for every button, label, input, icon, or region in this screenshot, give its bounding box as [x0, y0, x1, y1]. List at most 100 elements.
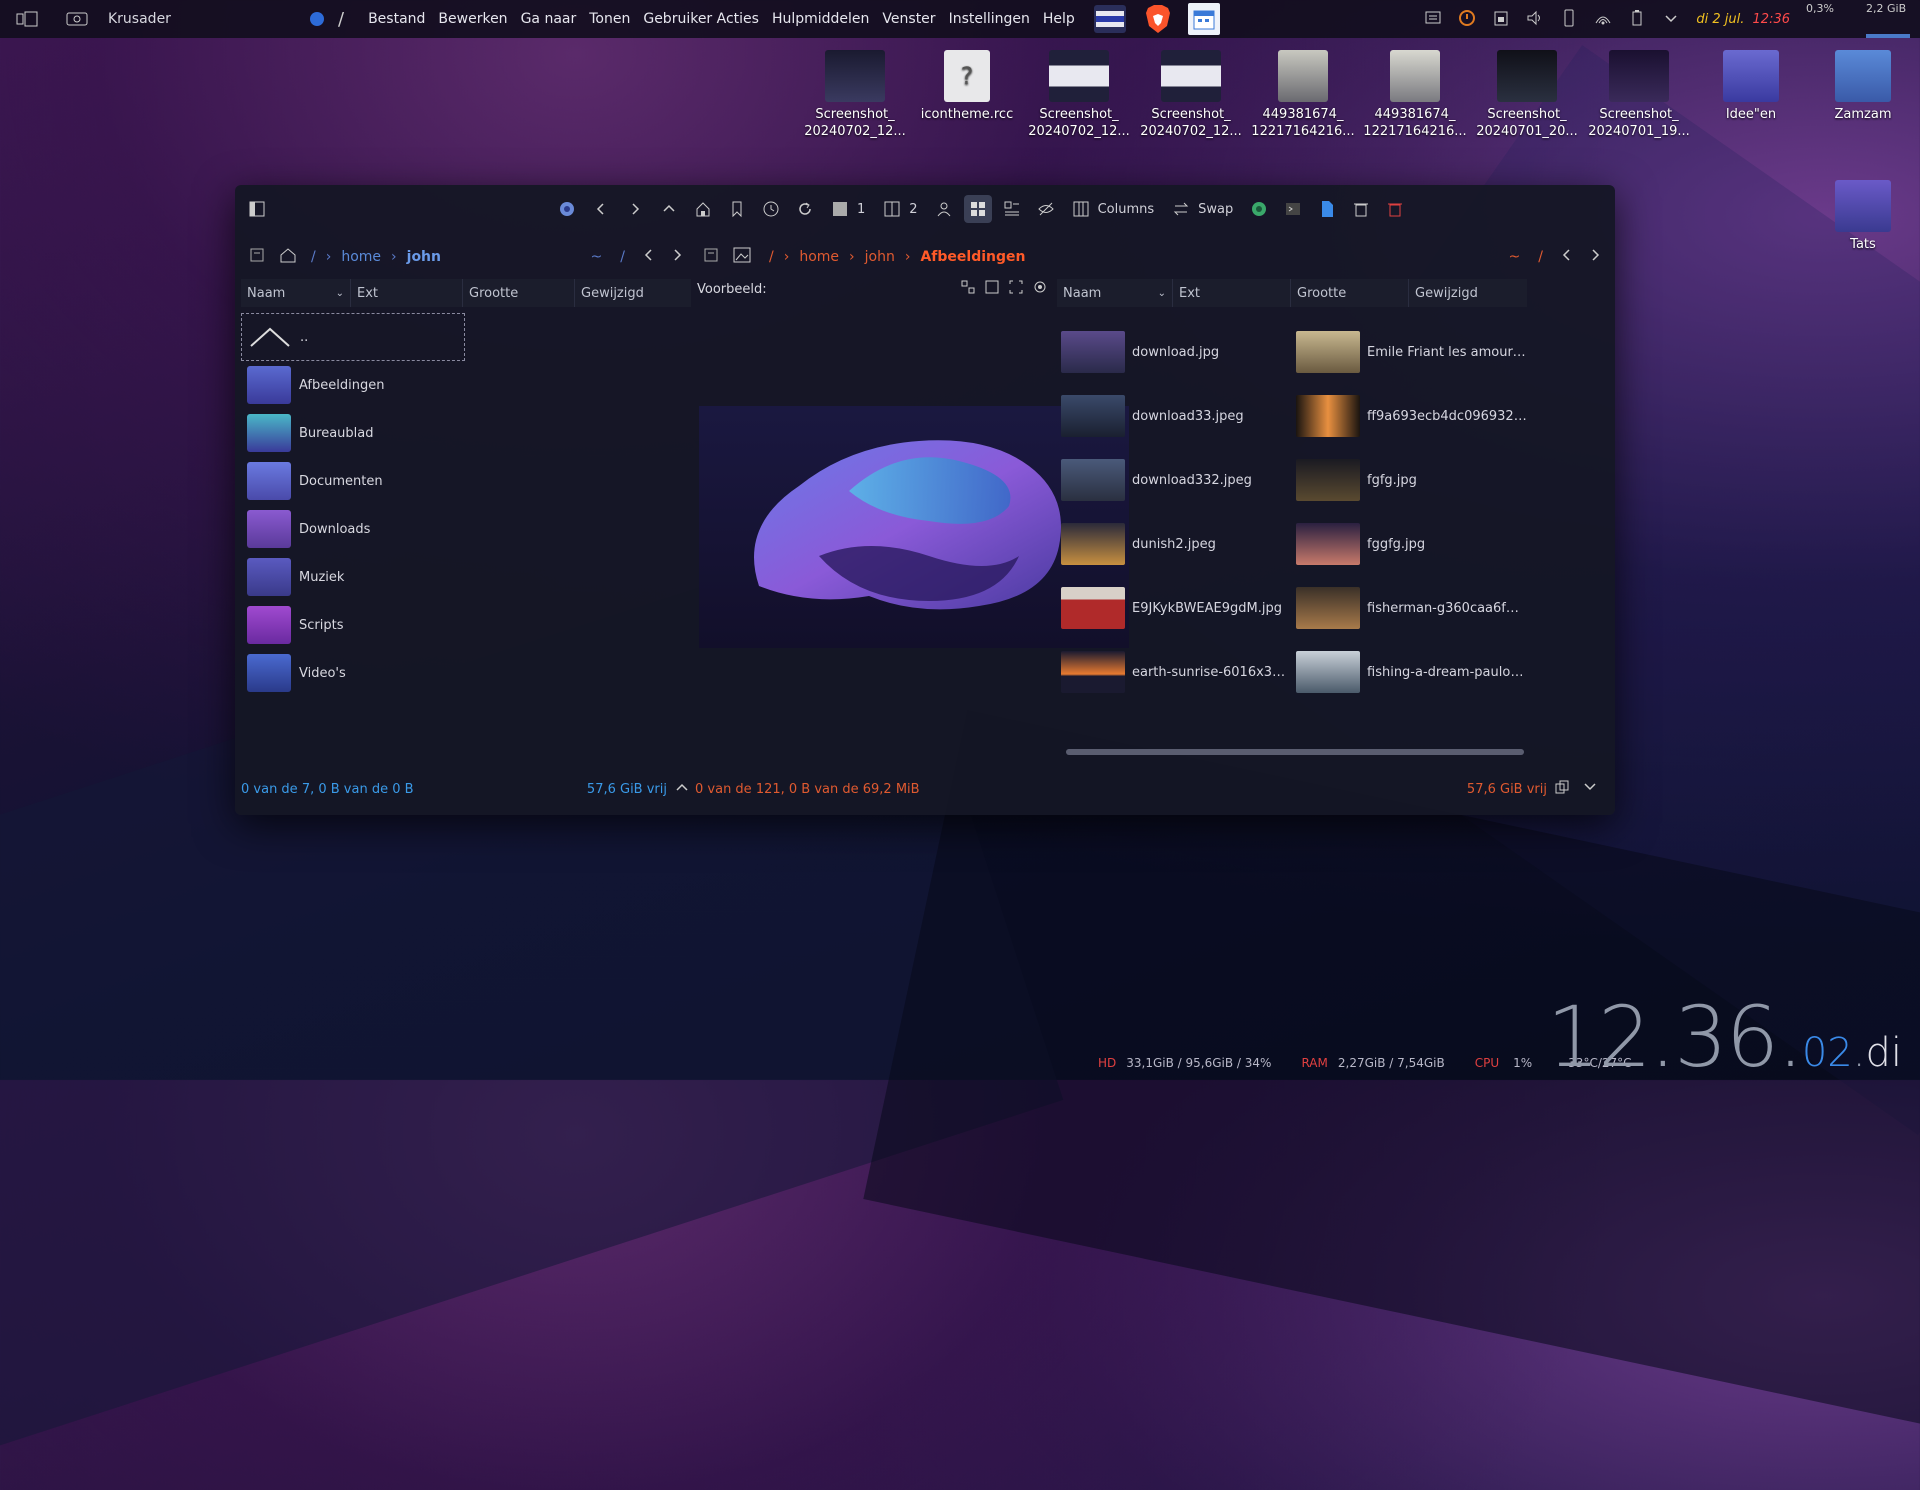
menu-gebruiker-acties[interactable]: Gebruiker Acties [643, 11, 759, 27]
preview-settings-icon[interactable] [961, 280, 975, 298]
desktop-icon-screenshot-1[interactable]: Screenshot_ 20240702_12... [803, 50, 907, 140]
crumb-john[interactable]: john [865, 249, 895, 265]
krusader-task-icon[interactable] [1093, 5, 1126, 33]
chevron-right-icon[interactable] [671, 248, 683, 266]
menu-tonen[interactable]: Tonen [589, 11, 630, 27]
chevron-left-icon[interactable] [643, 248, 655, 266]
list-item-bureaublad[interactable]: Bureaublad [241, 409, 691, 457]
preview-target-icon[interactable] [1033, 280, 1047, 298]
tilde-button[interactable]: ~ [1509, 249, 1521, 265]
phone-icon[interactable] [1560, 9, 1578, 30]
crumb-root[interactable]: / [311, 249, 316, 265]
brave-browser-icon[interactable] [1142, 4, 1174, 34]
crumb-root[interactable]: / [769, 249, 774, 265]
blue-dot-icon[interactable] [310, 12, 324, 26]
date-time[interactable]: di 2 jul. 12:36 [1696, 12, 1790, 27]
desktop-icon-photo-2[interactable]: 449381674_ 12217164216... [1363, 50, 1467, 140]
col-grootte[interactable]: Grootte [1291, 279, 1409, 307]
list-item-downloads[interactable]: Downloads [241, 505, 691, 553]
list-item[interactable]: earth-sunrise-6016x388... [1061, 640, 1296, 704]
bookmark-icon[interactable] [723, 195, 751, 223]
desktop-icon-screenshot-4[interactable]: Screenshot_ 20240701_20... [1475, 50, 1579, 140]
chevron-down-icon[interactable] [1662, 9, 1680, 30]
dual-panel-button[interactable]: 2 [877, 195, 923, 223]
battery-icon[interactable] [1628, 9, 1646, 30]
terminal-icon[interactable] [1279, 195, 1307, 223]
col-gewijzigd[interactable]: Gewijzigd [1409, 279, 1527, 307]
list-item[interactable]: fishing-a-dream-paulo-d... [1296, 640, 1531, 704]
detail-view-icon[interactable] [998, 195, 1026, 223]
screenshot-icon[interactable] [64, 11, 90, 27]
list-item[interactable]: ff9a693ecb4dc096932fe... [1296, 384, 1531, 448]
root-button[interactable]: / [620, 249, 625, 265]
list-item[interactable]: fggfg.jpg [1296, 512, 1531, 576]
menu-bewerken[interactable]: Bewerken [438, 11, 507, 27]
swap-button[interactable]: Swap [1166, 195, 1239, 223]
chevron-down-icon[interactable] [1583, 781, 1597, 797]
list-item[interactable]: download33.jpeg [1061, 384, 1296, 448]
desktop-icon-icontheme[interactable]: ? icontheme.rcc [915, 50, 1019, 123]
crumb-john[interactable]: john [407, 249, 441, 265]
menu-instellingen[interactable]: Instellingen [949, 11, 1030, 27]
volume-icon[interactable] [1526, 9, 1544, 30]
col-naam[interactable]: Naam ⌄ [1057, 279, 1173, 307]
desktop-folder-ideeen[interactable]: Idee"en [1699, 50, 1803, 123]
preview-image-icon[interactable] [985, 280, 999, 298]
col-naam[interactable]: Naam ⌄ [241, 279, 351, 307]
list-item-videos[interactable]: Video's [241, 649, 691, 697]
refresh-icon[interactable] [791, 195, 819, 223]
list-item-up[interactable]: .. [241, 313, 465, 361]
list-item[interactable]: download.jpg [1061, 320, 1296, 384]
history-icon[interactable] [757, 195, 785, 223]
single-panel-button[interactable]: 1 [825, 195, 871, 223]
image-icon[interactable] [733, 247, 751, 267]
menu-hulpmiddelen[interactable]: Hulpmiddelen [772, 11, 869, 27]
home-icon[interactable] [689, 195, 717, 223]
list-item-documenten[interactable]: Documenten [241, 457, 691, 505]
scrollbar-thumb[interactable] [1066, 749, 1524, 755]
menu-bestand[interactable]: Bestand [368, 11, 425, 27]
wifi-icon[interactable] [1594, 9, 1612, 30]
sidebar-toggle-icon[interactable] [243, 195, 271, 223]
blue-circle-icon[interactable] [553, 195, 581, 223]
desktop-folder-tats[interactable]: Tats [1811, 180, 1915, 253]
panel-menu-icon[interactable] [249, 247, 265, 267]
sync-icon[interactable] [1245, 195, 1273, 223]
preview-fit-icon[interactable] [1009, 280, 1023, 298]
delete-icon[interactable] [1381, 195, 1409, 223]
desktop-folder-zamzam[interactable]: Zamzam [1811, 50, 1915, 123]
back-icon[interactable] [587, 195, 615, 223]
hidden-files-icon[interactable] [1032, 195, 1060, 223]
list-item[interactable]: E9JKykBWEAE9gdM.jpg [1061, 576, 1296, 640]
list-item[interactable]: Emile Friant les amoure... [1296, 320, 1531, 384]
icon-view-icon[interactable] [963, 195, 992, 223]
notes-icon[interactable] [1424, 9, 1442, 30]
chevron-up-icon[interactable] [675, 781, 689, 797]
crumb-afbeeldingen[interactable]: Afbeeldingen [920, 249, 1025, 265]
col-gewijzigd[interactable]: Gewijzigd [575, 279, 691, 307]
cpu-widget[interactable]: 0,3% [1806, 0, 1850, 38]
chevron-right-icon[interactable] [1589, 248, 1601, 266]
menu-ga-naar[interactable]: Ga naar [521, 11, 577, 27]
list-item[interactable]: dunish2.jpeg [1061, 512, 1296, 576]
up-icon[interactable] [655, 195, 683, 223]
desktop-icon-screenshot-2[interactable]: Screenshot_ 20240702_12... [1027, 50, 1131, 140]
update-icon[interactable] [1458, 9, 1476, 30]
forward-icon[interactable] [621, 195, 649, 223]
trash-icon[interactable] [1347, 195, 1375, 223]
mem-widget[interactable]: 2,2 GiB [1866, 0, 1910, 38]
root-button[interactable]: / [1538, 249, 1543, 265]
desktop-icon-screenshot-3[interactable]: Screenshot_ 20240702_12... [1139, 50, 1243, 140]
window-list-icon[interactable] [14, 10, 40, 28]
list-item[interactable]: fgfg.jpg [1296, 448, 1531, 512]
home-icon[interactable] [279, 247, 297, 267]
list-item[interactable]: download332.jpeg [1061, 448, 1296, 512]
col-grootte[interactable]: Grootte [463, 279, 575, 307]
chevron-left-icon[interactable] [1561, 248, 1573, 266]
menu-venster[interactable]: Venster [882, 11, 935, 27]
list-item-muziek[interactable]: Muziek [241, 553, 691, 601]
panel-menu-icon[interactable] [703, 247, 719, 267]
col-ext[interactable]: Ext [351, 279, 463, 307]
user-icon[interactable] [930, 195, 958, 223]
new-file-icon[interactable] [1313, 195, 1341, 223]
